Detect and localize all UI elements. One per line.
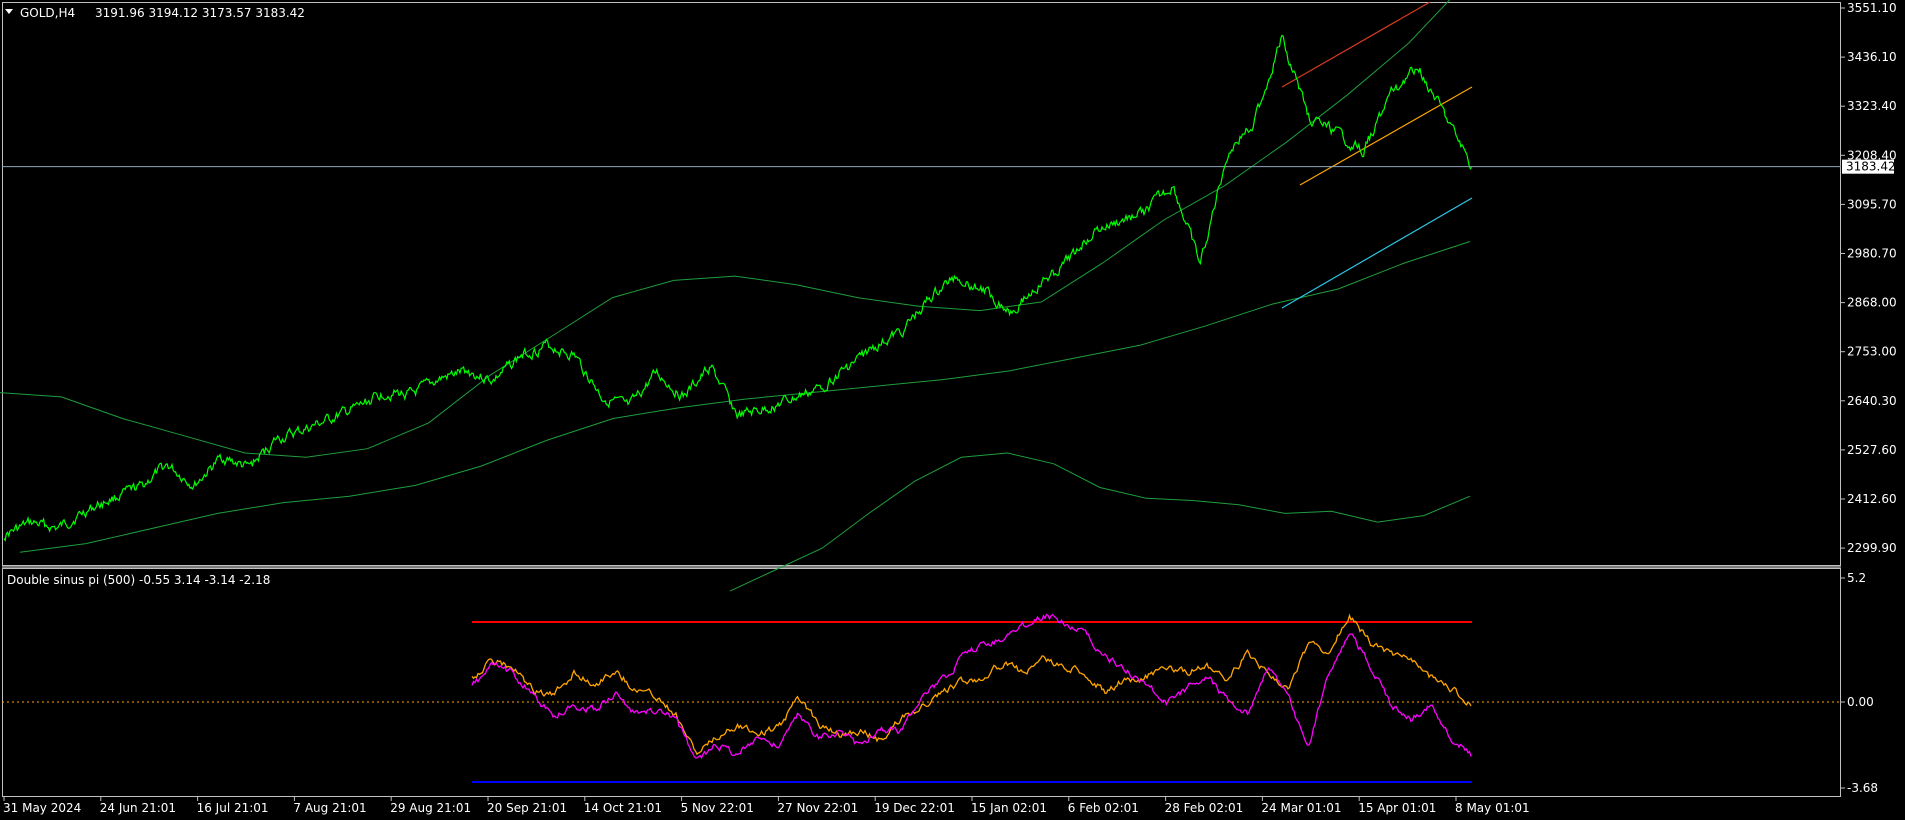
time-tick-label: 27 Nov 22:01	[777, 801, 858, 815]
middle-band-line	[19, 241, 1471, 553]
time-tick-label: 15 Jan 02:01	[971, 801, 1047, 815]
trend-line-cyan[interactable]	[1281, 197, 1473, 309]
time-tick-label: 20 Sep 21:01	[487, 801, 567, 815]
indicator-magenta-line	[471, 613, 1472, 760]
price-tick-label: 2527.60	[1847, 443, 1897, 457]
main-panel-frame	[2, 2, 1841, 566]
price-series-line	[3, 34, 1473, 543]
time-tick-label: 19 Dec 22:01	[874, 801, 955, 815]
time-tick-label: 31 May 2024	[3, 801, 81, 815]
time-tick-label: 24 Mar 01:01	[1261, 801, 1341, 815]
time-tick-label: 28 Feb 02:01	[1165, 801, 1244, 815]
indicator-tick-label: 0.00	[1847, 695, 1874, 709]
price-tick-label: 2299.90	[1847, 541, 1897, 555]
time-tick-label: 29 Aug 21:01	[390, 801, 471, 815]
time-tick-label: 8 May 01:01	[1455, 801, 1530, 815]
time-tick-label: 24 Jun 21:01	[100, 801, 176, 815]
price-tick-label: 2412.60	[1847, 492, 1897, 506]
indicator-label: Double sinus pi (500) -0.55 3.14 -3.14 -…	[7, 573, 270, 587]
price-tick-label: 2868.00	[1847, 296, 1897, 310]
time-tick-label: 5 Nov 22:01	[681, 801, 754, 815]
time-tick-label: 15 Apr 01:01	[1358, 801, 1436, 815]
lower-band-line	[729, 452, 1471, 592]
symbol-label: GOLD,H4	[20, 6, 75, 20]
chevron-down-icon[interactable]	[5, 9, 13, 14]
price-tick-label: 3436.10	[1847, 50, 1897, 64]
price-tick-label: 2980.70	[1847, 247, 1897, 261]
current-price-label: 3183.42	[1846, 160, 1896, 174]
time-tick-label: 14 Oct 21:01	[584, 801, 662, 815]
indicator-chart	[2, 613, 1841, 783]
indicator-panel-frame	[2, 568, 1841, 797]
time-tick-label: 6 Feb 02:01	[1068, 801, 1139, 815]
price-tick-label: 2640.30	[1847, 394, 1897, 408]
upper-band-line	[0, 0, 1451, 458]
axes: 3551.103436.103323.403208.403095.702980.…	[3, 1, 1897, 815]
ohlc-values: 3191.96 3194.12 3173.57 3183.42	[95, 6, 305, 20]
price-tick-label: 3551.10	[1847, 1, 1897, 15]
price-tick-label: 2753.00	[1847, 345, 1897, 359]
price-tick-label: 3095.70	[1847, 197, 1897, 211]
indicator-orange-line	[471, 613, 1472, 756]
time-tick-label: 16 Jul 21:01	[197, 801, 269, 815]
indicator-tick-label: 5.2	[1847, 571, 1866, 585]
time-tick-label: 7 Aug 21:01	[293, 801, 366, 815]
main-chart	[0, 0, 1841, 592]
chart-canvas[interactable]: GOLD,H4 3191.96 3194.12 3173.57 3183.42 …	[0, 0, 1905, 820]
indicator-tick-label: -3.68	[1847, 781, 1878, 795]
price-tick-label: 3323.40	[1847, 99, 1897, 113]
